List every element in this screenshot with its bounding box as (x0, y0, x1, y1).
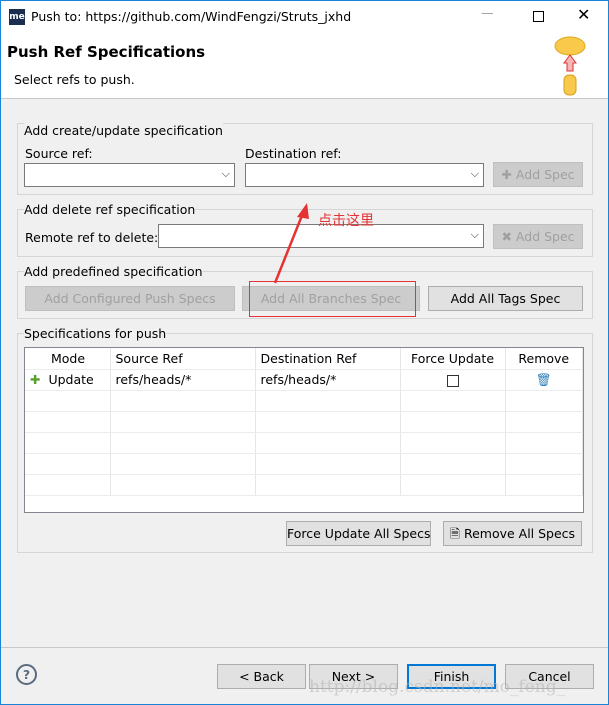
remove-all-specs-button[interactable]: 🗎 Remove All Specs (443, 521, 582, 546)
column-destination-ref[interactable]: Destination Ref (255, 348, 401, 370)
page-subtitle: Select refs to push. (14, 72, 135, 87)
column-remove[interactable]: Remove (505, 348, 583, 370)
table-row[interactable]: ✚ Update refs/heads/* refs/heads/* 🗑 (25, 369, 583, 391)
chevron-down-icon: ⌵ (470, 167, 479, 180)
column-source-ref[interactable]: Source Ref (110, 348, 256, 370)
back-button[interactable]: < Back (217, 664, 306, 689)
column-mode[interactable]: Mode (25, 348, 111, 370)
annotation-arrow (273, 203, 309, 284)
group-title: Add create/update specification (24, 123, 223, 138)
plus-icon: ✚ (30, 372, 41, 387)
add-all-tags-spec-button[interactable]: Add All Tags Spec (428, 286, 583, 311)
plus-icon: ✚ (501, 167, 516, 182)
source-ref-combo[interactable]: ⌵ (24, 163, 235, 187)
maximize-button[interactable] (533, 11, 544, 22)
highlight-box (249, 281, 416, 317)
source-ref-label: Source ref: (25, 146, 93, 161)
remove-all-icon: 🗎 (449, 526, 464, 541)
group-title: Specifications for push (24, 326, 167, 341)
delete-icon: ✖ (501, 229, 516, 244)
footer-separator (1, 647, 608, 648)
add-delete-spec-button[interactable]: ✖ Add Spec (493, 224, 583, 249)
column-force-update[interactable]: Force Update (400, 348, 506, 370)
app-icon: me (9, 9, 25, 25)
add-configured-push-specs-button[interactable]: Add Configured Push Specs (25, 286, 235, 311)
force-update-checkbox[interactable] (446, 374, 459, 387)
remote-ref-label: Remote ref to delete: (25, 230, 159, 245)
push-dialog: me Push to: https://github.com/WindFengz… (0, 0, 609, 705)
minimize-button[interactable]: — (481, 5, 494, 20)
destination-ref-label: Destination ref: (245, 146, 342, 161)
window-title: Push to: https://github.com/WindFengzi/S… (31, 9, 352, 24)
help-icon[interactable]: ? (16, 664, 37, 685)
wizard-header: Push Ref Specifications Select refs to p… (1, 33, 608, 99)
add-spec-button[interactable]: ✚ Add Spec (493, 162, 583, 187)
force-update-all-specs-button[interactable]: Force Update All Specs (286, 521, 431, 546)
page-title: Push Ref Specifications (7, 43, 206, 61)
trash-icon[interactable]: 🗑 (536, 372, 552, 387)
source-ref-cell[interactable]: refs/heads/* (110, 369, 256, 391)
destination-ref-combo[interactable]: ⌵ (245, 163, 484, 187)
cloud-push-icon (554, 36, 586, 96)
destination-ref-cell[interactable]: refs/heads/* (255, 369, 401, 391)
group-title: Add delete ref specification (24, 202, 196, 217)
mode-cell[interactable]: Update (48, 372, 93, 387)
title-bar: me Push to: https://github.com/WindFengz… (1, 1, 608, 33)
chevron-down-icon: ⌵ (470, 228, 479, 241)
chevron-down-icon: ⌵ (221, 167, 230, 180)
group-title: Add predefined specification (24, 264, 203, 279)
specs-table: Mode Source Ref Destination Ref Force Up… (24, 347, 584, 513)
table-header: Mode Source Ref Destination Ref Force Up… (25, 348, 583, 370)
annotation-text: 点击这里 (318, 213, 374, 229)
close-button[interactable]: ✕ (577, 5, 590, 24)
watermark: http://blog.csdn.net/mo_feng_ (309, 677, 566, 697)
